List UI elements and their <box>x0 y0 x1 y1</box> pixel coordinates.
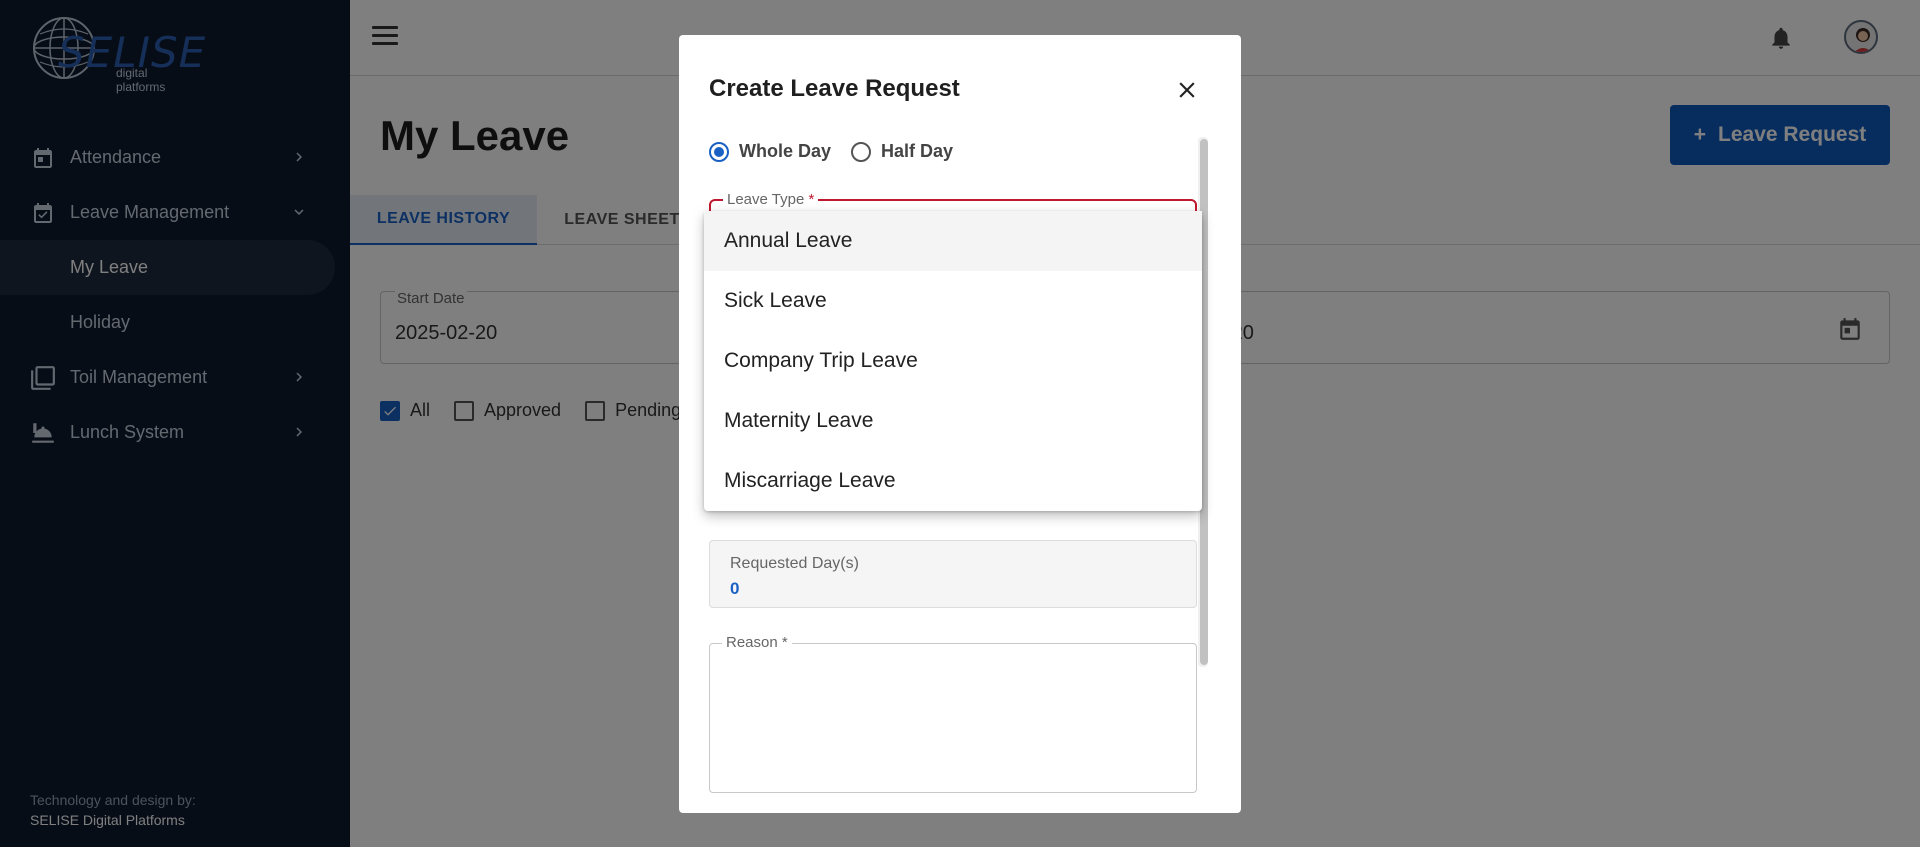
reason-textarea[interactable]: Reason * <box>709 634 1197 793</box>
radio-half-day[interactable]: Half Day <box>851 141 953 162</box>
option-annual-leave[interactable]: Annual Leave <box>704 211 1202 271</box>
radio-whole-day-label: Whole Day <box>739 141 832 161</box>
requested-days-field: Requested Day(s) 0 <box>709 540 1197 608</box>
radio-selected-icon[interactable] <box>709 141 729 162</box>
requested-days-label: Requested Day(s) <box>730 555 859 572</box>
option-maternity-leave[interactable]: Maternity Leave <box>704 391 1202 451</box>
radio-icon[interactable] <box>851 141 872 162</box>
day-type-radio-group: Whole Day Half Day <box>709 141 973 162</box>
radio-whole-day[interactable]: Whole Day <box>709 141 831 162</box>
close-icon[interactable] <box>1174 77 1200 103</box>
reason-label: Reason * <box>722 634 792 651</box>
option-sick-leave[interactable]: Sick Leave <box>704 271 1202 331</box>
radio-half-day-label: Half Day <box>881 141 954 161</box>
leave-type-label: Leave Type * <box>723 191 819 208</box>
option-company-trip-leave[interactable]: Company Trip Leave <box>704 331 1202 391</box>
requested-days-value: 0 <box>730 579 740 598</box>
leave-type-label-text: Leave Type <box>727 191 805 208</box>
dialog-title: Create Leave Request <box>709 75 960 102</box>
required-asterisk: * <box>808 191 815 208</box>
option-miscarriage-leave[interactable]: Miscarriage Leave <box>704 451 1202 511</box>
leave-type-options: Annual Leave Sick Leave Company Trip Lea… <box>704 211 1202 511</box>
